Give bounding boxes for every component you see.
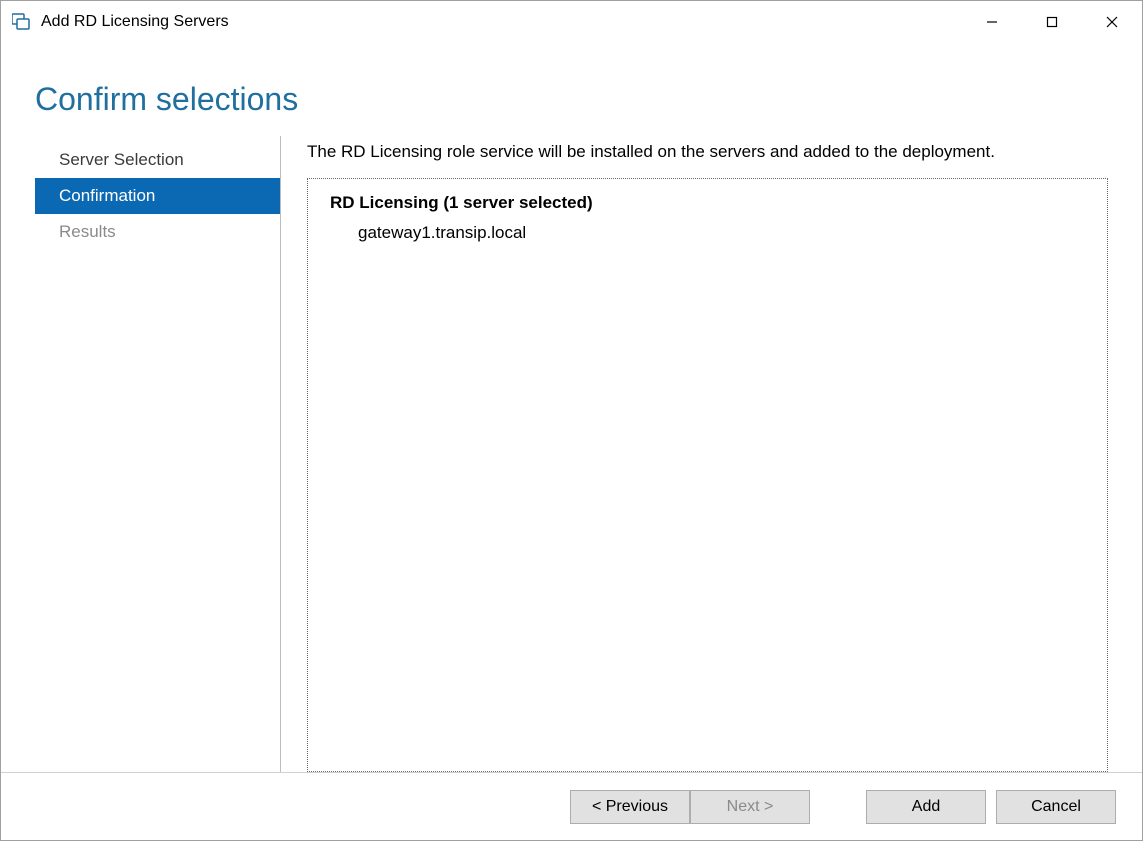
app-icon	[11, 12, 31, 32]
close-button[interactable]	[1082, 1, 1142, 43]
cancel-button[interactable]: Cancel	[996, 790, 1116, 824]
sidebar-item-server-selection[interactable]: Server Selection	[35, 142, 280, 178]
page-title: Confirm selections	[1, 43, 1142, 136]
previous-button[interactable]: < Previous	[570, 790, 690, 824]
sidebar-item-label: Confirmation	[59, 186, 155, 206]
sidebar-item-results: Results	[35, 214, 280, 250]
confirmation-panel: RD Licensing (1 server selected) gateway…	[307, 178, 1108, 772]
wizard-window: Add RD Licensing Servers Confirm selecti…	[0, 0, 1143, 841]
sidebar-item-label: Results	[59, 222, 116, 242]
wizard-footer: < Previous Next > Add Cancel	[1, 772, 1142, 840]
server-entry: gateway1.transip.local	[358, 223, 1085, 243]
next-button: Next >	[690, 790, 810, 824]
maximize-button[interactable]	[1022, 1, 1082, 43]
minimize-button[interactable]	[962, 1, 1022, 43]
titlebar: Add RD Licensing Servers	[1, 1, 1142, 43]
wizard-main: The RD Licensing role service will be in…	[307, 136, 1108, 772]
wizard-body: Server Selection Confirmation Results Th…	[1, 136, 1142, 772]
sidebar-item-label: Server Selection	[59, 150, 184, 170]
window-controls	[962, 1, 1142, 43]
sidebar-item-confirmation[interactable]: Confirmation	[35, 178, 280, 214]
wizard-content: Confirm selections Server Selection Conf…	[1, 43, 1142, 772]
add-button[interactable]: Add	[866, 790, 986, 824]
panel-heading: RD Licensing (1 server selected)	[330, 193, 1085, 213]
wizard-sidebar: Server Selection Confirmation Results	[35, 136, 281, 772]
window-title: Add RD Licensing Servers	[41, 13, 229, 31]
page-description: The RD Licensing role service will be in…	[307, 142, 1108, 162]
